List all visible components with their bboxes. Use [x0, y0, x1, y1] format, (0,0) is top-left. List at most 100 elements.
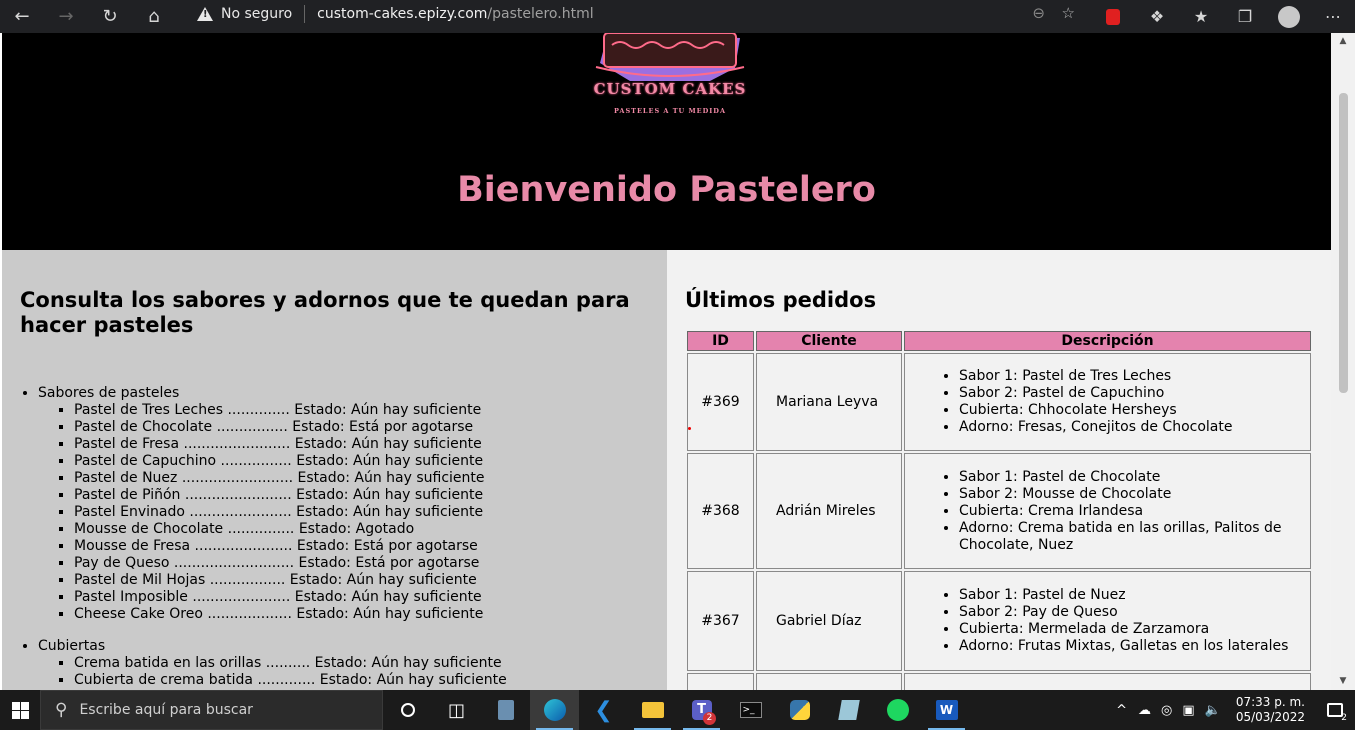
page-header: CUSTOM CAKES PASTELES A TU MEDIDA Bienve…: [2, 33, 1331, 250]
chevron-up-icon[interactable]: ^: [1110, 703, 1133, 718]
back-arrow-icon[interactable]: ←: [0, 0, 44, 33]
order-detail: Cubierta: Crema Irlandesa: [959, 503, 1310, 520]
order-detail: Adorno: Fresas, Conejitos de Chocolate: [959, 419, 1310, 436]
inventory-item: Pastel Imposible ...................... …: [74, 589, 485, 606]
order-detail: Adorno: Frutas Mixtas, Galletas en los l…: [959, 638, 1310, 655]
notes-app-icon[interactable]: [824, 690, 873, 730]
address-bar[interactable]: No seguro custom-cakes.epizy.com/pastele…: [185, 0, 1075, 27]
orders-title: Últimos pedidos: [685, 288, 877, 312]
scroll-up-icon[interactable]: ▲: [1331, 33, 1355, 50]
profile-avatar-icon[interactable]: [1267, 0, 1311, 33]
inventory-item: Mousse de Fresa ...................... E…: [74, 538, 485, 555]
order-detail: Sabor 1: Pastel de Nuez: [959, 587, 1310, 604]
clock[interactable]: 07:33 p. m. 05/03/2022: [1226, 695, 1315, 725]
order-details-list: Sabor 1: Pastel de Tres LechesSabor 2: P…: [905, 368, 1310, 436]
windows-logo-icon: [11, 701, 29, 719]
inventory-panel: Consulta los sabores y adornos que te qu…: [2, 250, 667, 690]
order-details-list: Sabor 1: Pastel de NuezSabor 2: Pay de Q…: [905, 587, 1310, 655]
url-host[interactable]: custom-cakes.epizy.com: [317, 6, 487, 22]
scroll-thumb[interactable]: [1339, 93, 1348, 393]
address-divider: [304, 4, 306, 23]
meet-now-icon[interactable]: ◎: [1156, 703, 1177, 718]
category-name: Cubiertas: [38, 638, 106, 654]
order-detail: Sabor 1: Pastel de Chocolate: [959, 469, 1310, 486]
order-detail: Cubierta: Chhocolate Hersheys: [959, 402, 1310, 419]
scroll-down-icon[interactable]: ▼: [1331, 673, 1355, 690]
vertical-scrollbar[interactable]: ▲ ▼: [1331, 33, 1355, 690]
reload-icon[interactable]: ↻: [88, 0, 132, 33]
order-description: Sabor 1: Pastel de ChocolateSabor 2: Mou…: [904, 453, 1311, 569]
table-header-row: ID Cliente Descripción: [687, 331, 1311, 351]
inventory-item: Pastel Envinado ....................... …: [74, 504, 485, 521]
order-id: #368: [687, 453, 754, 569]
order-detail: Sabor 2: Pastel de Capuchino: [959, 385, 1310, 402]
volume-icon[interactable]: 🔈: [1200, 703, 1226, 718]
custom-cakes-logo: CUSTOM CAKES PASTELES A TU MEDIDA: [590, 33, 750, 121]
notifications-icon[interactable]: 2: [1315, 690, 1355, 730]
collections-icon[interactable]: ❐: [1223, 0, 1267, 33]
table-row: #368Adrián MirelesSabor 1: Pastel de Cho…: [687, 453, 1311, 569]
category-name: Sabores de pasteles: [38, 385, 180, 401]
flavors-list: Pastel de Tres Leches .............. Est…: [38, 402, 485, 623]
teams-icon[interactable]: T 2: [677, 690, 726, 730]
calculator-icon[interactable]: [481, 690, 530, 730]
task-view-icon[interactable]: ◫: [432, 690, 481, 730]
cortana-icon[interactable]: [383, 690, 432, 730]
clock-time: 07:33 p. m.: [1235, 695, 1305, 709]
order-detail: Sabor 1: Pastel de Tres Leches: [959, 368, 1310, 385]
word-icon[interactable]: W: [922, 690, 971, 730]
onedrive-icon[interactable]: ☁: [1133, 703, 1156, 718]
security-label: No seguro: [221, 5, 293, 22]
inventory-item: Pay de Queso ...........................…: [74, 555, 485, 572]
inventory-item: Pastel de Fresa ........................…: [74, 436, 485, 453]
inventory-item: Cheese Cake Oreo ................... Est…: [74, 606, 485, 623]
search-placeholder: Escribe aquí para buscar: [79, 702, 253, 718]
network-icon[interactable]: ▣: [1177, 703, 1199, 718]
order-description: Sabor 1: Pastel de Tres LechesSabor 2: P…: [904, 353, 1311, 451]
orders-table: ID Cliente Descripción #369 Mariana Leyva…: [685, 329, 1313, 690]
vscode-icon[interactable]: ❮: [579, 690, 628, 730]
add-favorite-icon[interactable]: ☆: [1062, 4, 1075, 22]
page-content: CUSTOM CAKES PASTELES A TU MEDIDA Bienve…: [2, 33, 1331, 690]
taskbar-search[interactable]: ⚲ Escribe aquí para buscar: [40, 690, 383, 730]
table-row: [687, 673, 1311, 690]
home-icon[interactable]: ⌂: [132, 0, 176, 33]
order-client: Mariana Leyva: [756, 353, 902, 451]
table-row: #367Gabriel DíazSabor 1: Pastel de NuezS…: [687, 571, 1311, 671]
start-button[interactable]: [0, 690, 40, 730]
order-client: Adrián Mireles: [756, 453, 902, 569]
empty-cell: [687, 673, 754, 690]
more-menu-icon[interactable]: ⋯: [1311, 0, 1355, 33]
order-detail: Cubierta: Mermelada de Zarzamora: [959, 621, 1310, 638]
spotify-icon[interactable]: [873, 690, 922, 730]
adblock-extension-icon[interactable]: [1091, 0, 1135, 33]
order-client: Gabriel Díaz: [756, 571, 902, 671]
inventory-item: Pastel de Nuez .........................…: [74, 470, 485, 487]
warning-icon: [197, 6, 213, 21]
python-icon[interactable]: [775, 690, 824, 730]
inventory-item: Pastel de Tres Leches .............. Est…: [74, 402, 485, 419]
edge-icon[interactable]: [530, 690, 579, 730]
order-detail: Adorno: Crema batida en las orillas, Pal…: [959, 520, 1310, 554]
favorites-icon[interactable]: ★: [1179, 0, 1223, 33]
inventory-item: Pastel de Chocolate ................ Est…: [74, 419, 485, 436]
logo-subtitle: PASTELES A TU MEDIDA: [613, 107, 726, 115]
teams-badge: 2: [703, 712, 716, 725]
empty-cell: [904, 673, 1311, 690]
file-explorer-icon[interactable]: [628, 690, 677, 730]
terminal-icon[interactable]: >_: [726, 690, 775, 730]
security-indicator[interactable]: No seguro: [185, 6, 304, 22]
url-path[interactable]: /pastelero.html: [487, 6, 593, 22]
table-row: #369Mariana LeyvaSabor 1: Pastel de Tres…: [687, 353, 1311, 451]
order-detail: Sabor 2: Mousse de Chocolate: [959, 486, 1310, 503]
forward-arrow-icon[interactable]: →: [44, 0, 88, 33]
order-details-list: Sabor 1: Pastel de ChocolateSabor 2: Mou…: [905, 469, 1310, 554]
zoom-icon[interactable]: ⊖: [1032, 4, 1045, 22]
inventory-item: Pastel de Piñón ........................…: [74, 487, 485, 504]
extensions-icon[interactable]: ❖: [1135, 0, 1179, 33]
inventory-item: Pastel de Mil Hojas ................. Es…: [74, 572, 485, 589]
inventory-item: Cubierta de crema batida ............. E…: [74, 672, 507, 689]
toppings-category: Cubiertas Crema batida en las orillas ..…: [38, 638, 507, 689]
system-tray: ^ ☁ ◎ ▣ 🔈 07:33 p. m. 05/03/2022 2: [1110, 690, 1355, 730]
page-title: Bienvenido Pastelero: [457, 170, 876, 210]
